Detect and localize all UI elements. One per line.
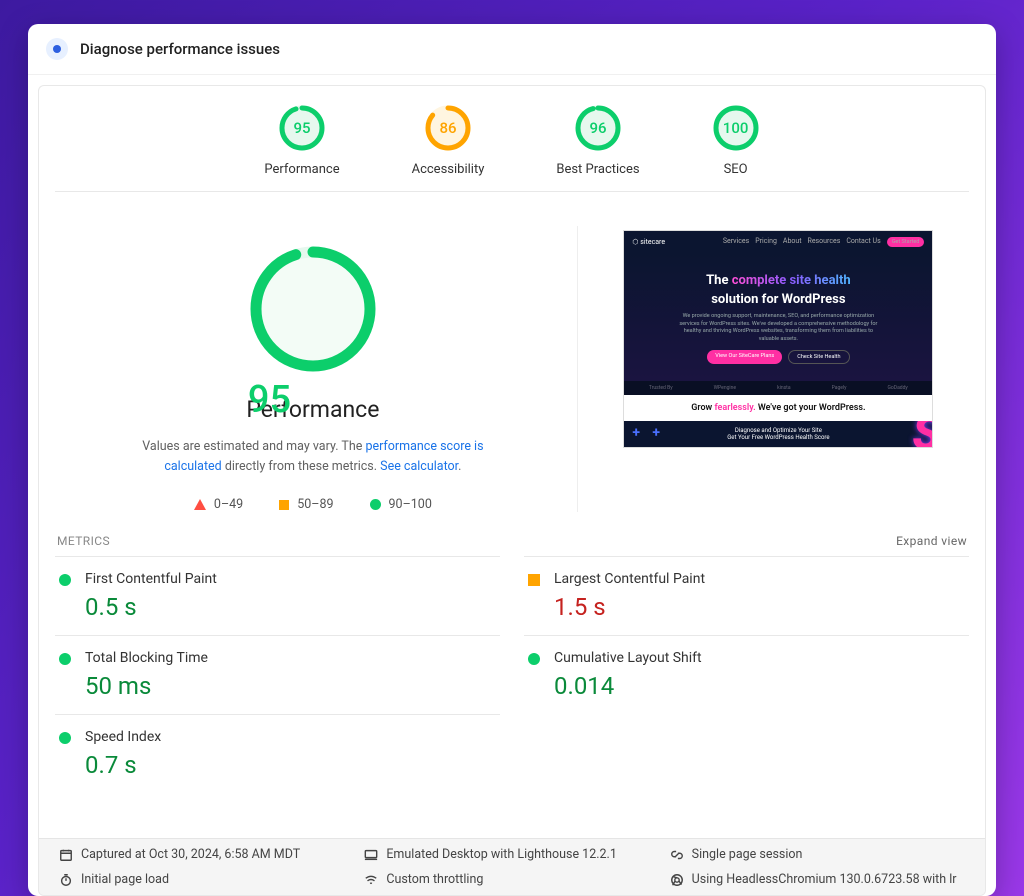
circle-icon (370, 499, 381, 510)
wifi-icon (364, 873, 378, 887)
triangle-icon (194, 499, 206, 510)
status-indicator (528, 653, 540, 665)
status-indicator (59, 653, 71, 665)
metric-speed-index: Speed Index 0.7 s (55, 714, 500, 793)
metric-name: Largest Contentful Paint (554, 571, 705, 587)
metric-value: 0.014 (554, 672, 702, 700)
metric-value: 0.7 s (85, 751, 161, 779)
category-performance[interactable]: 95 Performance (264, 104, 339, 177)
category-best-practices[interactable]: 96 Best Practices (556, 104, 639, 177)
environment-footer: Captured at Oct 30, 2024, 6:58 AM MDT Em… (39, 838, 985, 895)
big-score-number: 95 (248, 378, 378, 422)
metric-name: First Contentful Paint (85, 571, 217, 587)
metrics-grid: First Contentful Paint 0.5 s Largest Con… (39, 556, 985, 793)
score-legend: 0–49 50–89 90–100 (194, 497, 432, 512)
metrics-label: METRICS (57, 534, 110, 548)
performance-summary: 95 Performance Values are estimated and … (39, 192, 985, 522)
panel-header: Diagnose performance issues (28, 24, 996, 75)
metric-name: Cumulative Layout Shift (554, 650, 702, 666)
metric-cumulative-layout-shift: Cumulative Layout Shift 0.014 (524, 635, 969, 714)
metric-value: 50 ms (85, 672, 208, 700)
page-screenshot-preview: ⬡ sitecare Services Pricing About Resour… (623, 230, 933, 448)
status-indicator (59, 732, 71, 744)
category-accessibility[interactable]: 86 Accessibility (412, 104, 485, 177)
square-icon (279, 500, 289, 510)
status-indicator (528, 574, 540, 586)
metric-first-contentful-paint: First Contentful Paint 0.5 s (55, 556, 500, 635)
metric-total-blocking-time: Total Blocking Time 50 ms (55, 635, 500, 714)
metric-name: Total Blocking Time (85, 650, 208, 666)
score-description: Values are estimated and may vary. The p… (123, 437, 503, 477)
stopwatch-icon (59, 873, 73, 887)
link-icon (670, 848, 684, 862)
metrics-header: METRICS Expand view (39, 522, 985, 556)
lighthouse-panel: Diagnose performance issues 95 Performan… (28, 24, 996, 896)
status-indicator (59, 574, 71, 586)
see-calculator-link[interactable]: See calculator (380, 459, 458, 474)
chrome-icon (670, 873, 684, 887)
metric-name: Speed Index (85, 729, 161, 745)
metric-value: 0.5 s (85, 593, 217, 621)
panel-title: Diagnose performance issues (80, 40, 280, 58)
desktop-icon (364, 848, 378, 862)
category-seo[interactable]: 100 SEO (712, 104, 760, 177)
expand-view-button[interactable]: Expand view (896, 534, 967, 548)
calendar-icon (59, 848, 73, 862)
metric-value: 1.5 s (554, 593, 705, 621)
target-icon (46, 38, 68, 60)
category-scores: 95 Performance 86 Accessibility 96 (55, 86, 969, 192)
big-performance-gauge: 95 (248, 244, 378, 374)
metric-largest-contentful-paint: Largest Contentful Paint 1.5 s (524, 556, 969, 635)
